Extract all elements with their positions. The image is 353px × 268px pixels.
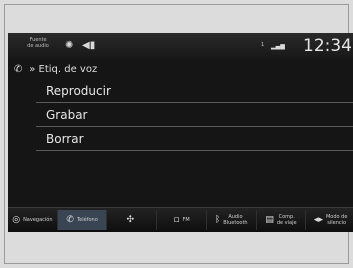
radio-icon: ✣ [126, 215, 135, 225]
trip-icon: ▤ [265, 215, 274, 225]
signal-icon: ▂▄▆ [271, 43, 285, 50]
status-bar: Fuente de audio ✺ ◀▮ 1 ▂▄▆ 12:34 [8, 33, 353, 60]
nav-phone[interactable]: ✆ Teléfono [57, 210, 108, 230]
nav-trip-computer[interactable]: ▤ Comp. de viaje [257, 210, 307, 230]
nav-bluetooth-audio[interactable]: ᛒ Audio Bluetooth [207, 210, 257, 230]
nav-label: Teléfono [76, 217, 98, 223]
page-title: Etiq. de voz [38, 64, 98, 75]
nav-label: Comp. de viaje [276, 214, 297, 226]
settings-icon[interactable]: ✺ [65, 41, 73, 51]
nav-label: Navegación [23, 217, 53, 223]
audio-source-button[interactable]: Fuente de audio [18, 37, 58, 49]
nav-fm[interactable]: ▫ FM [157, 210, 207, 230]
menu-item-record[interactable]: Grabar [36, 103, 353, 127]
fm-icon: ▫ [173, 215, 180, 225]
nav-label: Modo de silencio [325, 214, 348, 226]
breadcrumb: ✆ » Etiq. de voz [14, 64, 97, 76]
nav-radio[interactable]: ✣ [107, 210, 158, 230]
navigation-icon: ◎ [12, 215, 21, 225]
status-indicator: 1 [261, 42, 265, 48]
menu-item-delete[interactable]: Borrar [36, 127, 353, 151]
nav-more[interactable]: ◂▸ Modo de silencio [306, 210, 353, 230]
menu-item-play[interactable]: Reproducir [36, 79, 353, 103]
volume-icon[interactable]: ◀▮ [82, 41, 95, 51]
back-chevron-icon[interactable]: » [29, 64, 35, 75]
clock: 12:34 [303, 36, 352, 56]
nav-label: FM [182, 217, 190, 223]
voice-tag-menu: Reproducir Grabar Borrar [36, 79, 353, 151]
more-icon: ◂▸ [313, 215, 323, 225]
bluetooth-icon: ᛒ [214, 215, 221, 225]
phone-icon: ✆ [14, 64, 23, 75]
nav-navigation[interactable]: ◎ Navegación [8, 210, 58, 230]
nav-label: Audio Bluetooth [223, 214, 248, 226]
infotainment-screen: Fuente de audio ✺ ◀▮ 1 ▂▄▆ 12:34 ✆ » Eti… [8, 33, 353, 232]
bottom-nav: ◎ Navegación ✆ Teléfono ✣ ▫ FM ᛒ Audio B… [8, 207, 353, 232]
phone-icon: ✆ [66, 215, 74, 225]
